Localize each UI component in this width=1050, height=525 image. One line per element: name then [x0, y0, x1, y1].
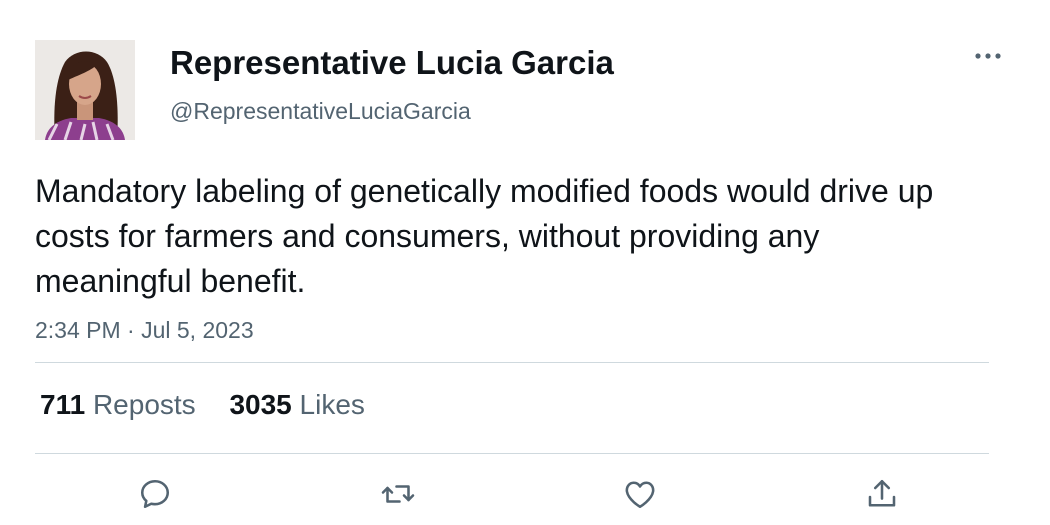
author-display-name[interactable]: Representative Lucia Garcia — [170, 43, 614, 83]
post-text: Mandatory labeling of genetically modifi… — [35, 173, 934, 299]
like-button[interactable] — [620, 474, 660, 514]
heart-icon — [625, 481, 655, 509]
more-horizontal-icon — [975, 53, 1001, 59]
likes-count: 3035 — [229, 389, 292, 420]
reply-button[interactable] — [135, 474, 175, 514]
likes-stat[interactable]: 3035 Likes — [229, 388, 364, 422]
share-button[interactable] — [862, 474, 902, 514]
reposts-count: 711 — [40, 389, 86, 420]
avatar[interactable] — [35, 40, 135, 140]
repost-icon — [381, 485, 415, 503]
reposts-stat[interactable]: 711 Reposts — [40, 388, 196, 422]
post-timestamp[interactable]: 2:34 PM · Jul 5, 2023 — [35, 316, 254, 344]
likes-label: Likes — [299, 389, 365, 420]
divider-bottom — [35, 453, 989, 454]
more-options-button[interactable] — [968, 42, 1008, 70]
avatar-photo — [35, 40, 135, 140]
repost-button[interactable] — [378, 474, 418, 514]
author-handle[interactable]: @RepresentativeLuciaGarcia — [170, 97, 471, 125]
reply-icon — [140, 479, 170, 509]
reposts-label: Reposts — [92, 389, 196, 420]
engagement-stats: 711 Reposts 3035 Likes — [40, 388, 391, 422]
share-icon — [868, 479, 896, 507]
divider-top — [35, 362, 989, 363]
